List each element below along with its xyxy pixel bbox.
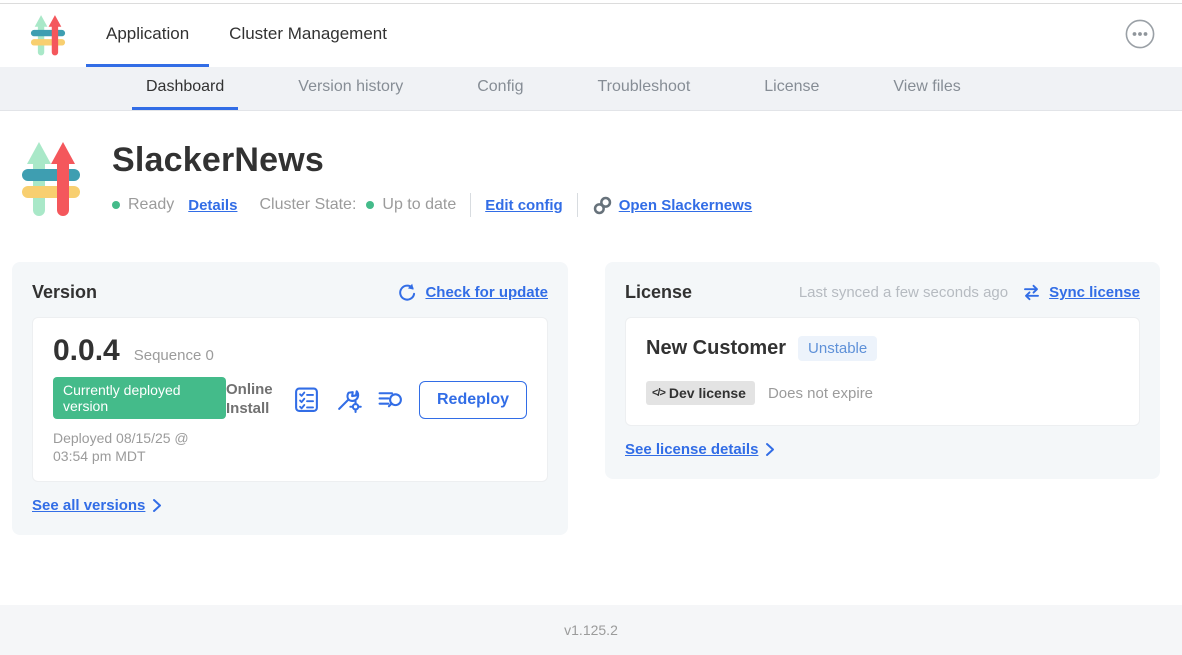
see-all-versions-link[interactable]: See all versions (32, 497, 162, 514)
divider (470, 193, 471, 217)
footer: v1.125.2 (0, 605, 1182, 655)
open-app-link-label: Open Slackernews (619, 197, 752, 214)
redeploy-button[interactable]: Redeploy (419, 381, 527, 419)
channel-badge: Unstable (798, 336, 877, 361)
chevron-right-icon (152, 498, 162, 513)
version-sequence: Sequence 0 (134, 347, 214, 364)
tab-application-label: Application (106, 24, 189, 44)
subnav-tab-version-history[interactable]: Version history (284, 67, 417, 110)
sync-arrows-icon (1022, 284, 1041, 301)
sync-license-link[interactable]: Sync license (1049, 284, 1140, 301)
subnav-tab-view-files-label: View files (893, 78, 960, 96)
chevron-right-icon (765, 442, 775, 457)
tab-cluster-management-label: Cluster Management (229, 24, 387, 44)
checklist-icon (293, 386, 320, 413)
ellipsis-circle-icon (1124, 18, 1156, 53)
install-type-label: Online Install (226, 381, 278, 419)
deployed-timestamp: Deployed 08/15/25 @ 03:54 pm MDT (53, 429, 226, 465)
subnav-tab-dashboard-label: Dashboard (146, 78, 224, 96)
version-card-title: Version (32, 282, 97, 303)
check-for-update-link[interactable]: Check for update (425, 284, 548, 301)
see-license-details-link[interactable]: See license details (625, 441, 775, 458)
app-subnav: Dashboard Version history Config Trouble… (0, 67, 1182, 111)
app-logo-icon (30, 4, 66, 67)
overflow-menu-button[interactable] (1124, 18, 1156, 53)
see-license-details-label: See license details (625, 441, 758, 458)
cluster-state-label: Cluster State: (259, 196, 356, 214)
console-version-text: v1.125.2 (564, 622, 618, 638)
license-type-badge: </> Dev license (646, 381, 755, 405)
license-type-label: Dev license (669, 385, 746, 401)
subnav-tab-version-history-label: Version history (298, 78, 403, 96)
license-expiry-text: Does not expire (768, 385, 873, 402)
subnav-tab-dashboard[interactable]: Dashboard (132, 67, 238, 110)
top-nav-tabs: Application Cluster Management (86, 4, 407, 67)
app-header: SlackerNews Ready Details Cluster State:… (0, 111, 1182, 262)
subnav-tab-view-files[interactable]: View files (879, 67, 974, 110)
subnav-tab-config[interactable]: Config (463, 67, 537, 110)
tab-cluster-management[interactable]: Cluster Management (209, 4, 407, 67)
lines-magnifier-icon (377, 386, 404, 413)
subnav-tab-license-label: License (764, 78, 819, 96)
edit-config-link[interactable]: Edit config (485, 197, 563, 214)
license-card: License Last synced a few seconds ago Sy… (605, 262, 1160, 479)
version-config-button[interactable] (335, 386, 362, 413)
view-diff-button[interactable] (377, 386, 404, 413)
divider (577, 193, 578, 217)
page-title: SlackerNews (112, 141, 752, 180)
deployed-version-badge: Currently deployed version (53, 377, 226, 419)
customer-name: New Customer (646, 337, 786, 360)
last-synced-text: Last synced a few seconds ago (799, 284, 1008, 301)
app-icon (20, 139, 82, 226)
current-version-panel: 0.0.4 Sequence 0 Currently deployed vers… (32, 317, 548, 482)
chain-link-icon (592, 195, 613, 216)
cluster-state-dot (366, 201, 374, 209)
subnav-tab-config-label: Config (477, 78, 523, 96)
app-status-dot (112, 201, 120, 209)
license-card-title: License (625, 282, 692, 303)
top-navbar: Application Cluster Management (0, 4, 1182, 67)
see-all-versions-label: See all versions (32, 497, 145, 514)
subnav-tab-license[interactable]: License (750, 67, 833, 110)
license-detail-panel: New Customer Unstable </> Dev license Do… (625, 317, 1140, 426)
open-app-link[interactable]: Open Slackernews (592, 195, 752, 216)
preflight-checks-button[interactable] (293, 386, 320, 413)
cluster-state-text: Up to date (382, 196, 456, 214)
status-details-link[interactable]: Details (188, 197, 237, 214)
subnav-tab-troubleshoot-label: Troubleshoot (597, 78, 690, 96)
app-status-row: Ready Details Cluster State: Up to date … (112, 193, 752, 217)
code-icon: </> (652, 387, 665, 399)
admin-console-page: Application Cluster Management Dashboard… (0, 0, 1182, 655)
refresh-icon (397, 283, 417, 303)
subnav-tab-troubleshoot[interactable]: Troubleshoot (583, 67, 704, 110)
tab-application[interactable]: Application (86, 4, 209, 67)
version-card: Version Check for update 0.0.4 Seque (12, 262, 568, 535)
dashboard-cards: Version Check for update 0.0.4 Seque (12, 262, 1160, 535)
app-status-text: Ready (128, 196, 174, 214)
version-number: 0.0.4 (53, 334, 120, 368)
wrench-gear-icon (335, 386, 362, 413)
